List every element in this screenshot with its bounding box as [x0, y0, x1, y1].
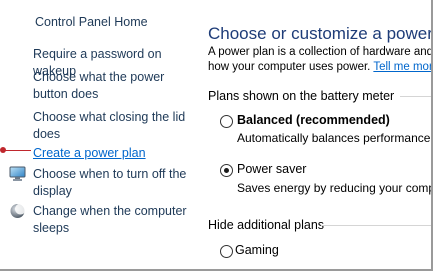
power-options-window: Control Panel Home Require a password on…: [0, 0, 433, 271]
radio-balanced[interactable]: [220, 115, 233, 128]
sidebar-link-closing-lid[interactable]: Choose what closing the lid does: [33, 109, 193, 143]
plan-name-balanced[interactable]: Balanced (recommended): [237, 113, 390, 127]
sidebar-link-power-button[interactable]: Choose what the power button does: [33, 69, 193, 103]
sidebar: Control Panel Home Require a password on…: [0, 0, 198, 269]
tell-me-more-link[interactable]: Tell me more a: [373, 61, 431, 73]
description-line-2: how your computer uses power. Tell me mo…: [208, 60, 431, 75]
radio-gaming[interactable]: [220, 245, 233, 258]
battery-plans-group-heading: Plans shown on the battery meter: [208, 89, 395, 103]
plan-name-gaming[interactable]: Gaming: [235, 243, 279, 257]
moon-icon: [10, 203, 26, 218]
pointer-line: [5, 150, 31, 151]
plan-desc-power-saver: Saves energy by reducing your computer: [237, 181, 431, 195]
battery-plans-divider: [400, 96, 431, 97]
control-panel-home-link[interactable]: Control Panel Home: [35, 15, 148, 29]
description-line-2-text: how your computer uses power.: [208, 61, 371, 73]
sidebar-link-computer-sleeps[interactable]: Change when the computer sleeps: [33, 203, 193, 237]
sidebar-link-turn-off-display[interactable]: Choose when to turn off the display: [33, 166, 193, 200]
hidden-plans-divider: [321, 225, 431, 226]
sidebar-link-create-power-plan[interactable]: Create a power plan: [33, 145, 193, 162]
plan-desc-balanced: Automatically balances performance with: [237, 131, 431, 145]
page-description: A power plan is a collection of hardware…: [208, 45, 431, 75]
display-icon: [9, 166, 26, 181]
radio-power-saver[interactable]: [220, 164, 233, 177]
plan-name-power-saver[interactable]: Power saver: [237, 162, 306, 176]
hidden-plans-group-heading[interactable]: Hide additional plans: [208, 218, 324, 232]
description-line-1: A power plan is a collection of hardware…: [208, 46, 431, 58]
main-panel: Choose or customize a power plan A power…: [198, 0, 431, 269]
page-title: Choose or customize a power plan: [208, 24, 431, 43]
